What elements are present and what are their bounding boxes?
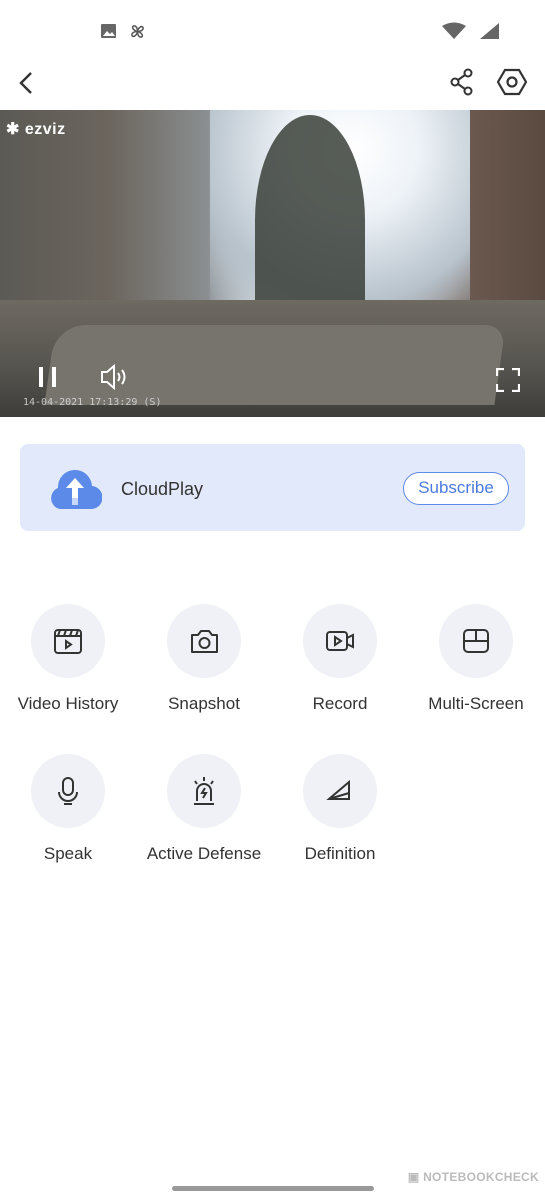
feature-label: Definition [304, 844, 376, 863]
record-icon [326, 631, 354, 651]
feature-icon-circle[interactable] [303, 754, 377, 828]
definition-icon [326, 779, 350, 800]
status-bar [0, 0, 545, 60]
ezviz-logo: ✱ ezviz [6, 121, 66, 138]
share-icon[interactable] [450, 68, 474, 96]
image-icon [101, 24, 116, 38]
feature-icon-circle[interactable] [31, 604, 105, 678]
subscribe-button[interactable]: Subscribe [403, 472, 509, 505]
feature-speak[interactable]: Speak [0, 754, 136, 864]
home-indicator[interactable] [172, 1186, 374, 1191]
fan-icon [131, 25, 144, 38]
live-video[interactable] [0, 110, 545, 417]
feature-video-history[interactable]: Video History [0, 604, 136, 714]
video-history-icon [54, 629, 82, 654]
alarm-icon [194, 777, 214, 805]
feature-icon-circle[interactable] [167, 604, 241, 678]
feature-snapshot[interactable]: Snapshot [136, 604, 272, 714]
feature-icon-circle[interactable] [439, 604, 513, 678]
feature-label: Speak [43, 844, 93, 863]
cloudplay-title: CloudPlay [121, 479, 204, 499]
feature-active-defense[interactable]: Active Defense [136, 754, 272, 864]
cloudplay-banner[interactable]: CloudPlay Subscribe [20, 444, 525, 531]
feature-label: Multi-Screen [428, 694, 524, 713]
feature-definition[interactable]: Definition [272, 754, 408, 864]
camera-icon [191, 630, 218, 653]
feature-label: Active Defense [146, 844, 262, 863]
fullscreen-icon[interactable] [496, 368, 520, 392]
pause-icon[interactable] [37, 366, 59, 388]
multi-screen-icon [463, 629, 489, 653]
feature-icon-circle[interactable] [31, 754, 105, 828]
wifi-signal-icons [442, 22, 499, 39]
video-timestamp: 14-04-2021 17:13:29 (S) [23, 397, 162, 408]
settings-icon[interactable] [497, 67, 527, 97]
feature-label: Snapshot [168, 694, 240, 713]
top-bar [0, 60, 545, 110]
back-icon[interactable] [16, 70, 36, 96]
cloud-upload-icon [51, 470, 102, 510]
feature-record[interactable]: Record [272, 604, 408, 714]
ezviz-logo-text: ezviz [24, 121, 66, 138]
notebookcheck-watermark: ▣ NOTEBOOKCHECK [407, 1170, 539, 1184]
feature-label: Video History [17, 694, 119, 713]
microphone-icon [58, 777, 78, 805]
feature-multi-screen[interactable]: Multi-Screen [408, 604, 544, 714]
volume-icon[interactable] [100, 364, 130, 390]
feature-icon-circle[interactable] [303, 604, 377, 678]
feature-label: Record [312, 694, 368, 713]
feature-icon-circle[interactable] [167, 754, 241, 828]
